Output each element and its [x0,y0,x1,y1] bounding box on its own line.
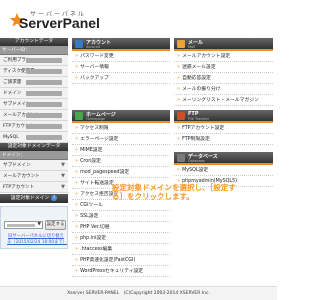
domain-row: ドメイン： [0,151,68,160]
domain-item-subdomain: サブドメイン ▼ [0,160,68,171]
sidebar-item-billing: ご請求量 [0,77,68,88]
link-wp-security[interactable]: WordPressセキュリティ設定 [72,266,170,277]
sidebar-item-plan: ご利用プラン [0,55,68,66]
mail-icon [177,40,185,48]
sidebar-item-mail: メールアカウント [0,110,68,121]
link-cgi-tool[interactable]: CGIツール [72,200,170,211]
footer: Xserver SERVER-PANEL (C)Copyright 2003-2… [0,286,277,300]
link-mailing-list[interactable]: メーリングリスト・メールマガジン [174,95,273,106]
link-mime[interactable]: MIME設定 [72,145,170,156]
target-domain-box: ▼ 設定する 旧サーバーパネルに切り替える（2015/02/24 18:00まで… [0,206,68,249]
link-spam[interactable]: 迷惑メール設定 [174,62,273,73]
link-php-ini[interactable]: php.ini設定 [72,233,170,244]
sidebar-item-subdomain: サブドメイン [0,99,68,110]
sidebar: アカウントデータ サーバーID： ご利用プラン ディスク使用量 ご請求量 ドメイ… [0,38,68,249]
link-ssl[interactable]: SSL設定 [72,211,170,222]
account-panel: アカウント Account パスワード変更 サーバー情報 バックアップ [72,38,170,84]
link-server-info[interactable]: サーバー情報 [72,62,170,73]
link-mail-account[interactable]: メールアカウント設定 [174,51,273,62]
mail-panel-header: メール Mail [174,38,273,51]
help-icon[interactable]: ? [51,194,58,201]
database-icon [177,154,185,162]
domain-select[interactable]: ▼ [4,221,43,229]
domain-label: ドメイン： [2,153,25,158]
link-pagespeed[interactable]: mod_pagespeed設定 [72,167,170,178]
target-domain-header: 設定対象ドメイン? [0,194,68,203]
domain-item-ftp: FTPアカウント ▼ [0,182,68,193]
link-autoreply[interactable]: 自動応答設定 [174,73,273,84]
link-cron[interactable]: Cron設定 [72,156,170,167]
link-mail-filter[interactable]: メールの振り分け [174,84,273,95]
link-password-change[interactable]: パスワード変更 [72,51,170,62]
serverpanel-logo[interactable]: サーバーパネル ServerPanel [4,9,100,31]
instruction-callout: 設定対象ドメインを選択し、［設定する］をクリックします。 [112,183,236,201]
sidebar-item-domain: ドメイン [0,88,68,99]
link-ftp-limit[interactable]: FTP制限設定 [174,134,273,145]
link-htaccess[interactable]: .htaccess編集 [72,244,170,255]
mail-panel: メール Mail メールアカウント設定 迷惑メール設定 自動応答設定 メールの振… [174,38,273,106]
database-panel: データベース Database MySQL設定 phpmyadmin(MySQL… [174,152,273,187]
logo-name: ServerPanel [19,15,100,31]
link-ftp-account[interactable]: FTPアカウント設定 [174,123,273,134]
header: サーバーパネル ServerPanel [0,0,277,36]
link-backup[interactable]: バックアップ [72,73,170,84]
sidebar-item-ftp: FTPアカウント [0,121,68,132]
link-fastcgi[interactable]: PHP高速化設定(FastCGI) [72,255,170,266]
chevron-down-icon: ▼ [37,222,41,227]
domain-data-header: 設定対象ドメインデータ [0,143,68,151]
server-id-row: サーバーID： [0,46,68,55]
link-php-version[interactable]: PHP Ver.切替 [72,222,170,233]
link-access-limit[interactable]: アクセス制限 [72,123,170,134]
set-domain-button[interactable]: 設定する [45,220,66,230]
sidebar-item-mysql: MySQL [0,132,68,143]
user-icon [75,40,83,48]
homepage-panel-header: ホームページ Homepage [72,110,170,123]
account-data-header: アカウントデータ [0,38,68,46]
account-panel-header: アカウント Account [72,38,170,51]
ftp-panel: FTP File Transfer FTPアカウント設定 FTP制限設定 [174,110,273,145]
link-mysql[interactable]: MySQL設定 [174,165,273,176]
folder-icon [177,112,185,120]
ftp-panel-header: FTP File Transfer [174,110,273,123]
home-icon [75,112,83,120]
sidebar-item-disk: ディスク使用量 [0,66,68,77]
server-id-label: サーバーID： [2,48,30,53]
link-error-page[interactable]: エラーページ設定 [72,134,170,145]
domain-item-mail: メールアカウント ▼ [0,171,68,182]
database-panel-header: データベース Database [174,152,273,165]
old-panel-link[interactable]: 旧サーバーパネルに切り替える（2015/02/24 18:00まで） [7,234,67,246]
